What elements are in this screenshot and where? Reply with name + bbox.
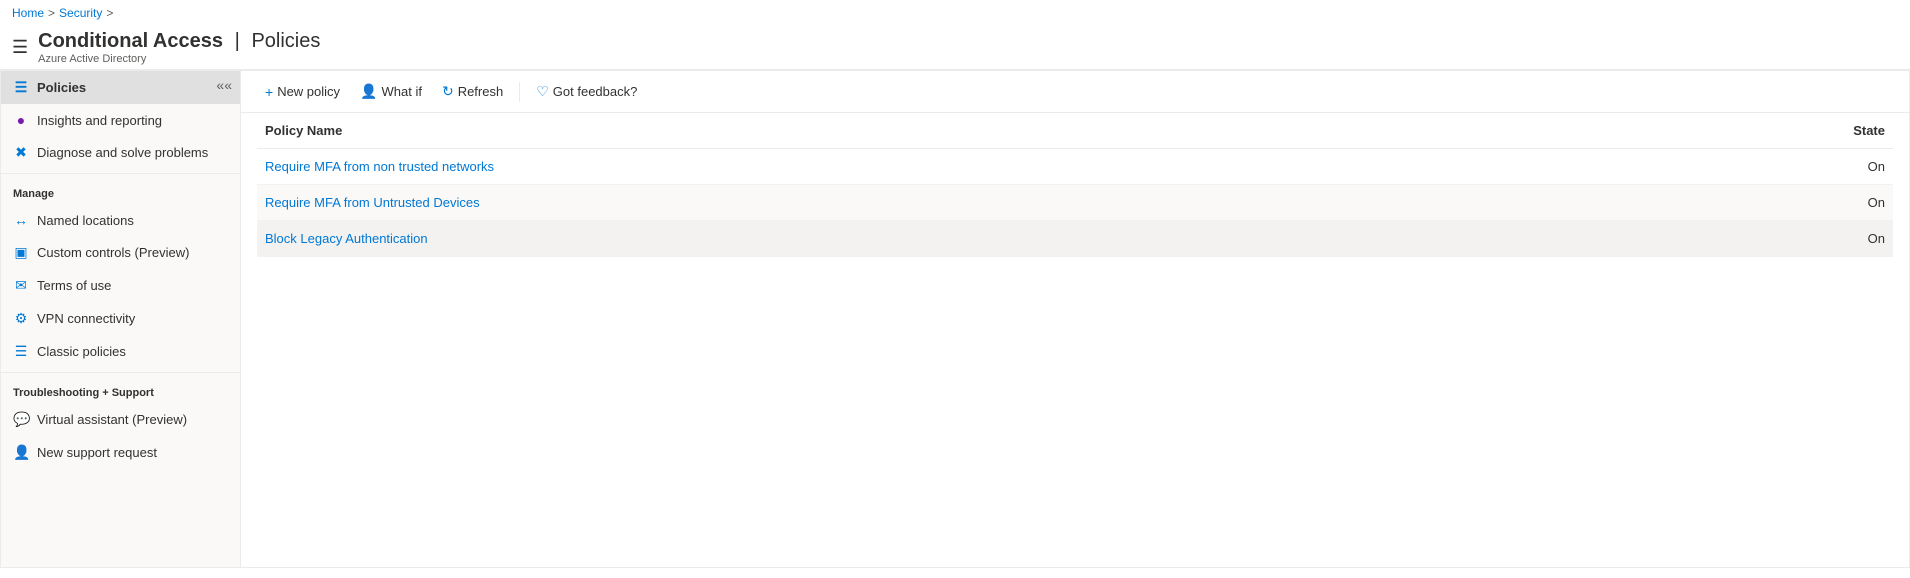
custom-controls-icon: ▣ [13, 244, 29, 261]
toolbar: + New policy 👤 What if ↻ Refresh ♡ Got f… [241, 71, 1909, 113]
sidebar-item-policies[interactable]: ☰ Policies [1, 71, 240, 104]
terms-icon: ✉ [13, 277, 29, 294]
feedback-icon: ♡ [536, 83, 549, 100]
col-policy-name: Policy Name [257, 113, 1626, 149]
breadcrumb-security[interactable]: Security [59, 6, 102, 20]
classic-policies-icon: ☰ [13, 343, 29, 360]
menu-icon[interactable]: ☰ [12, 37, 28, 58]
policy-name-cell: Block Legacy Authentication [257, 221, 1626, 257]
sidebar-item-diagnose[interactable]: ✖ Diagnose and solve problems [1, 136, 240, 169]
policies-icon: ☰ [13, 79, 29, 96]
sidebar-divider-troubleshooting [1, 372, 240, 373]
what-if-button[interactable]: 👤 What if [352, 79, 430, 104]
table-row: Require MFA from Untrusted Devices On [257, 185, 1893, 221]
content-area: + New policy 👤 What if ↻ Refresh ♡ Got f… [241, 71, 1909, 567]
toolbar-separator [519, 82, 520, 102]
sidebar-item-custom-controls[interactable]: ▣ Custom controls (Preview) [1, 236, 240, 269]
breadcrumb-home[interactable]: Home [12, 6, 44, 20]
new-support-icon: 👤 [13, 444, 29, 461]
policy-name-cell: Require MFA from Untrusted Devices [257, 185, 1626, 221]
policy-name-link[interactable]: Require MFA from non trusted networks [265, 159, 494, 174]
sidebar-item-vpn[interactable]: ⚙ VPN connectivity [1, 302, 240, 335]
new-policy-button[interactable]: + New policy [257, 80, 348, 104]
feedback-button[interactable]: ♡ Got feedback? [528, 79, 645, 104]
table-area: Policy Name State Require MFA from non t… [241, 113, 1909, 567]
virtual-assistant-icon: 💬 [13, 411, 29, 428]
sidebar-item-classic-policies[interactable]: ☰ Classic policies [1, 335, 240, 368]
troubleshooting-section-label: Troubleshooting + Support [1, 377, 240, 403]
sidebar-item-virtual-assistant[interactable]: 💬 Virtual assistant (Preview) [1, 403, 240, 436]
sidebar-item-terms-of-use[interactable]: ✉ Terms of use [1, 269, 240, 302]
refresh-button[interactable]: ↻ Refresh [434, 79, 511, 104]
breadcrumb: Home > Security > [0, 0, 1910, 26]
sidebar-item-named-locations[interactable]: ↔ Named locations [1, 204, 240, 236]
col-state: State [1626, 113, 1893, 149]
refresh-icon: ↻ [442, 83, 454, 100]
policy-name-link[interactable]: Block Legacy Authentication [265, 231, 428, 246]
page-title-block: Conditional Access | Policies Azure Acti… [38, 30, 320, 65]
page-header: ☰ Conditional Access | Policies Azure Ac… [0, 26, 1910, 70]
sidebar-item-insights[interactable]: ● Insights and reporting [1, 104, 240, 136]
new-policy-icon: + [265, 84, 273, 100]
main-layout: «« ☰ Policies ● Insights and reporting ✖… [0, 70, 1910, 568]
policy-state-cell: On [1626, 221, 1893, 257]
sidebar-divider-manage [1, 173, 240, 174]
table-row: Require MFA from non trusted networks On [257, 149, 1893, 185]
policy-name-link[interactable]: Require MFA from Untrusted Devices [265, 195, 480, 210]
policy-table: Policy Name State Require MFA from non t… [257, 113, 1893, 257]
collapse-icon[interactable]: «« [216, 77, 232, 93]
manage-section-label: Manage [1, 178, 240, 204]
page-service: Azure Active Directory [38, 53, 320, 65]
diagnose-icon: ✖ [13, 144, 29, 161]
policy-state-cell: On [1626, 185, 1893, 221]
what-if-icon: 👤 [360, 83, 377, 100]
sidebar: «« ☰ Policies ● Insights and reporting ✖… [1, 71, 241, 567]
sidebar-item-new-support[interactable]: 👤 New support request [1, 436, 240, 469]
page-title: Conditional Access | Policies [38, 30, 320, 53]
named-locations-icon: ↔ [13, 212, 29, 228]
policy-state-cell: On [1626, 149, 1893, 185]
table-row: Block Legacy Authentication On [257, 221, 1893, 257]
vpn-icon: ⚙ [13, 310, 29, 327]
policy-name-cell: Require MFA from non trusted networks [257, 149, 1626, 185]
insights-icon: ● [13, 112, 29, 128]
